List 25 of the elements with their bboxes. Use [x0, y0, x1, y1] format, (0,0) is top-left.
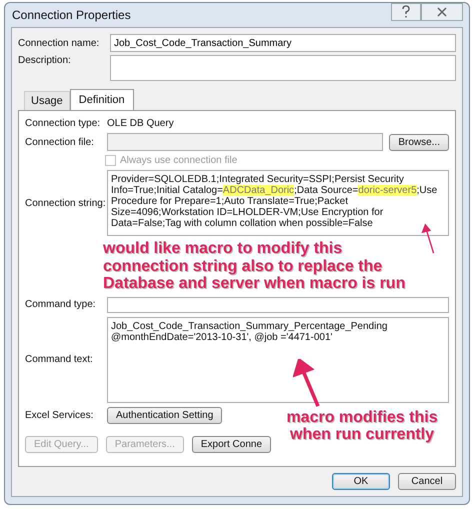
- tab[interactable]: Usage: [24, 91, 70, 110]
- dialog-button[interactable]: Cancel: [398, 473, 456, 490]
- window-title: Connection Properties: [12, 8, 131, 22]
- close-icon[interactable]: [421, 3, 463, 21]
- dialog-button[interactable]: OK: [332, 473, 390, 490]
- connection-type-label: Connection type:: [25, 118, 101, 129]
- annotation-text: would like macro to modify this connection string also to replace the Database and server when macro is run: [103, 240, 406, 293]
- command-text-label: Command text:: [25, 354, 94, 366]
- checkbox-label: Always use connection file: [120, 155, 238, 166]
- connection-string-field[interactable]: Provider=SQLOLEDB.1;Integrated Security=SSPI;Persist Security Info=True;Initial Catalog=ADCData_Doric;Data Source=doric-server5;Use Procedure for Prepare=1;Auto Translate=True;Packet Size=4096;Workstation ID=LHOLDER-VM;Use Encryption for Data=False;Tag with column collation when possible=False: [107, 170, 449, 236]
- command-text-field[interactable]: Job_Cost_Code_Transaction_Summary_Percentage_Pending @monthEndDate='2013-10-31', @job ='4471-001': [107, 316, 449, 403]
- connection-name-label: Connection name:: [18, 38, 100, 48]
- connection-type-value: OLE DB Query: [107, 118, 174, 129]
- connection-file-label: Connection file:: [25, 136, 95, 148]
- tab[interactable]: Definition: [70, 89, 134, 110]
- help-icon[interactable]: [391, 3, 421, 21]
- authentication-settings-button[interactable]: Authentication Setting: [107, 406, 222, 424]
- connection-name-field[interactable]: Job_Cost_Code_Transaction_Summary: [110, 34, 456, 52]
- excel-services-label: Excel Services:: [25, 410, 94, 421]
- action-button[interactable]: Export Conne: [192, 436, 272, 453]
- command-type-label: Command type:: [25, 299, 97, 310]
- command-type-dropdown[interactable]: [107, 296, 449, 313]
- annotation-text: macro modifies this when run currently: [285, 408, 439, 444]
- description-label: Description:: [18, 55, 72, 66]
- description-field[interactable]: [110, 55, 456, 81]
